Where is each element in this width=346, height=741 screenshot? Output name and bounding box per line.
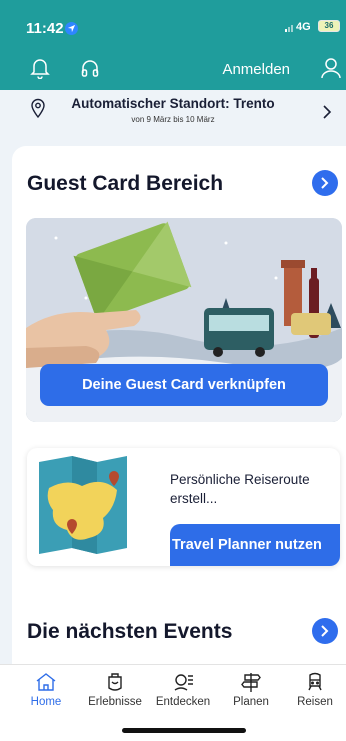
tab-entdecken[interactable]: Entdecken [151, 671, 215, 708]
discover-icon [174, 674, 193, 691]
header-nav: Anmelden [0, 54, 346, 84]
chevron-right-icon[interactable] [322, 104, 332, 125]
headphones-icon[interactable] [80, 57, 100, 84]
location-dates: von 9 März bis 10 März [131, 115, 215, 124]
status-time: 11:42 [26, 20, 64, 37]
tab-planen-label: Planen [233, 696, 269, 708]
login-link[interactable]: Anmelden [222, 61, 290, 78]
tab-erlebnisse[interactable]: Erlebnisse [84, 671, 146, 708]
guest-card-section-title: Guest Card Bereich [27, 172, 224, 195]
user-icon[interactable] [320, 57, 342, 84]
tab-home-label: Home [30, 696, 62, 708]
tab-reisen-label: Reisen [297, 696, 333, 708]
battery-icon: 36 [318, 20, 340, 32]
travel-planner-card[interactable]: Persönliche Reiseroute erstell... Travel… [27, 448, 340, 566]
bell-icon[interactable] [30, 57, 50, 84]
tab-reisen[interactable]: Reisen [292, 671, 338, 708]
tab-erlebnisse-label: Erlebnisse [88, 696, 142, 708]
train-icon [308, 672, 322, 691]
link-guest-card-button[interactable]: Deine Guest Card verknüpfen [40, 364, 328, 406]
tab-planen[interactable]: Planen [226, 671, 276, 708]
events-section-title: Die nächsten Events [27, 620, 233, 643]
signpost-icon [241, 673, 261, 692]
tab-home[interactable]: Home [20, 671, 72, 708]
events-more-button[interactable] [312, 618, 338, 644]
location-services-icon [65, 22, 78, 35]
experiences-icon [108, 673, 122, 691]
network-type: 4G [296, 21, 311, 33]
tab-entdecken-label: Entdecken [155, 696, 211, 708]
travel-planner-button[interactable]: Travel Planner nutzen [170, 524, 340, 566]
location-bar[interactable]: Automatischer Standort: Trento von 9 Mär… [0, 90, 346, 136]
planner-description: Persönliche Reiseroute erstell... [170, 472, 310, 506]
app-header: 11:42 4G 36 Anmelden [0, 0, 346, 90]
main-content: Guest Card Bereich Deine Guest Card verk… [12, 146, 346, 676]
guest-card-more-button[interactable] [312, 170, 338, 196]
status-bar: 11:42 4G 36 [0, 0, 346, 46]
cellular-signal-icon [285, 25, 293, 32]
home-icon [36, 673, 56, 691]
location-title: Automatischer Standort: Trento [71, 96, 275, 111]
travel-map-illustration [39, 456, 127, 554]
guest-card-banner[interactable]: Deine Guest Card verknüpfen [26, 218, 342, 422]
home-indicator [122, 728, 246, 733]
